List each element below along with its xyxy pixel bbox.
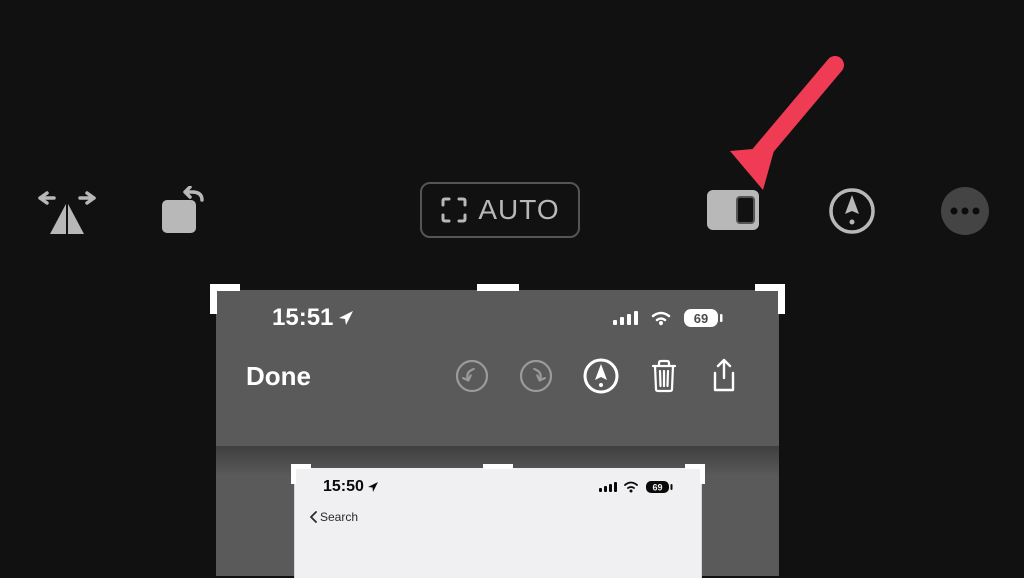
location-services-icon bbox=[337, 309, 355, 327]
markup-active-icon[interactable] bbox=[583, 358, 619, 394]
inner-back-button[interactable]: Search bbox=[309, 510, 358, 524]
delete-icon[interactable] bbox=[649, 359, 679, 393]
battery-icon: 69 bbox=[683, 308, 723, 328]
markup-pen-icon bbox=[827, 186, 877, 236]
chevron-left-icon bbox=[309, 511, 318, 523]
inner-time-text: 15:50 bbox=[323, 478, 364, 496]
wifi-icon bbox=[623, 481, 639, 493]
inner-back-label: Search bbox=[320, 510, 358, 524]
status-indicators: 69 bbox=[613, 308, 723, 328]
rotate-icon bbox=[158, 186, 212, 236]
cellular-signal-icon bbox=[613, 309, 639, 327]
svg-text:69: 69 bbox=[694, 311, 708, 326]
markup-pen-button[interactable] bbox=[827, 186, 877, 236]
inner-crop-handle-top-right[interactable] bbox=[685, 464, 705, 484]
aspect-ratio-button[interactable] bbox=[705, 188, 761, 232]
auto-crop-label: AUTO bbox=[478, 194, 559, 226]
crop-handle-top[interactable] bbox=[477, 284, 519, 291]
svg-text:69: 69 bbox=[652, 483, 662, 493]
more-options-button[interactable] bbox=[940, 186, 990, 236]
inner-screenshot-preview[interactable]: 15:50 69 bbox=[294, 468, 702, 578]
inner-status-indicators: 69 bbox=[599, 480, 673, 494]
cellular-signal-icon bbox=[599, 481, 617, 493]
crop-handle-top-left[interactable] bbox=[210, 284, 240, 314]
share-icon[interactable] bbox=[709, 358, 739, 394]
preview-status-bar: 15:51 69 bbox=[216, 290, 779, 338]
inner-status-time: 15:50 bbox=[323, 478, 379, 496]
done-button[interactable]: Done bbox=[236, 361, 311, 392]
inner-status-bar: 15:50 69 bbox=[295, 468, 701, 498]
status-time: 15:51 bbox=[272, 304, 355, 332]
flip-horizontal-button[interactable] bbox=[36, 186, 98, 236]
status-time-text: 15:51 bbox=[272, 304, 333, 332]
location-services-icon bbox=[367, 481, 379, 493]
inner-crop-handle-top[interactable] bbox=[483, 464, 513, 469]
battery-icon: 69 bbox=[645, 480, 673, 494]
flip-horizontal-icon bbox=[36, 186, 98, 236]
preview-markup-toolbar: Done bbox=[216, 338, 779, 414]
wifi-icon bbox=[649, 309, 673, 327]
screenshot-preview[interactable]: 15:51 69 Done bbox=[216, 290, 779, 576]
inner-crop-handle-top-left[interactable] bbox=[291, 464, 311, 484]
crop-handle-top-right[interactable] bbox=[755, 284, 785, 314]
auto-crop-button[interactable]: AUTO bbox=[420, 182, 580, 238]
aspect-ratio-icon bbox=[705, 188, 761, 232]
ellipsis-icon bbox=[940, 186, 990, 236]
redo-icon[interactable] bbox=[519, 359, 553, 393]
undo-icon[interactable] bbox=[455, 359, 489, 393]
viewfinder-icon bbox=[440, 196, 468, 224]
rotate-button[interactable] bbox=[158, 186, 212, 236]
